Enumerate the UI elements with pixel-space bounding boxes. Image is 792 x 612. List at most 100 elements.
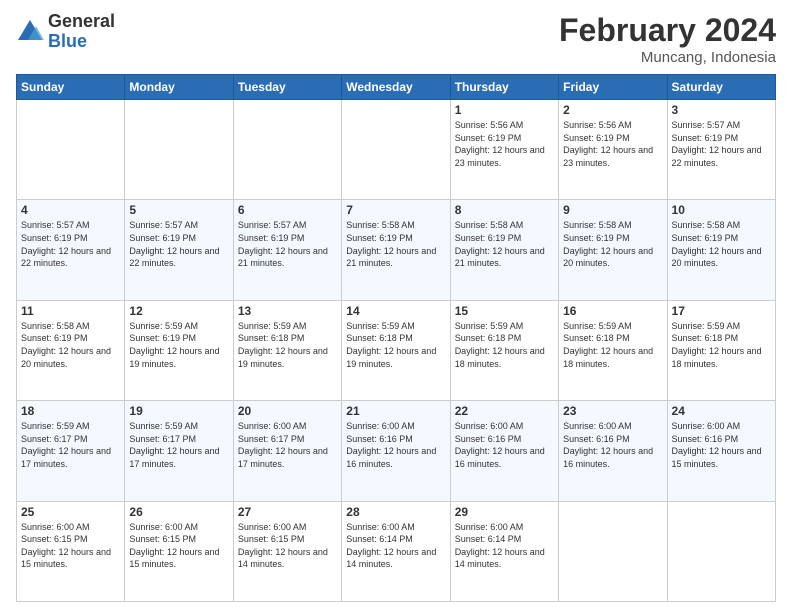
calendar-cell: 29 Sunrise: 6:00 AM Sunset: 6:14 PM Dayli… <box>450 501 558 601</box>
day-info: Sunrise: 5:59 AM Sunset: 6:18 PM Dayligh… <box>346 320 445 370</box>
day-info: Sunrise: 5:58 AM Sunset: 6:19 PM Dayligh… <box>672 219 771 269</box>
day-number: 22 <box>455 404 554 418</box>
day-number: 17 <box>672 304 771 318</box>
day-header-wednesday: Wednesday <box>342 75 450 100</box>
calendar-cell: 13Sunrise: 5:59 AM Sunset: 6:18 PM Dayli… <box>233 300 341 400</box>
calendar-cell: 4Sunrise: 5:57 AM Sunset: 6:19 PM Daylig… <box>17 200 125 300</box>
calendar-cell: 2 Sunrise: 5:56 AM Sunset: 6:19 PM Daylig… <box>559 100 667 200</box>
day-number: 11 <box>21 304 120 318</box>
day-info: Sunrise: 5:56 AM Sunset: 6:19 PM Dayligh… <box>455 119 554 169</box>
calendar-cell: 8 Sunrise: 5:58 AM Sunset: 6:19 PM Daylig… <box>450 200 558 300</box>
page: General Blue February 2024 Muncang, Indo… <box>0 0 792 612</box>
day-info: Sunrise: 5:57 AM Sunset: 6:19 PM Dayligh… <box>21 219 120 269</box>
calendar-cell: 23Sunrise: 6:00 AM Sunset: 6:16 PM Dayli… <box>559 401 667 501</box>
calendar-cell: 3Sunrise: 5:57 AM Sunset: 6:19 PM Daylig… <box>667 100 775 200</box>
day-info: Sunrise: 5:58 AM Sunset: 6:19 PM Dayligh… <box>346 219 445 269</box>
calendar-cell: 19Sunrise: 5:59 AM Sunset: 6:17 PM Dayli… <box>125 401 233 501</box>
day-info: Sunrise: 6:00 AM Sunset: 6:15 PM Dayligh… <box>21 521 120 571</box>
day-number: 28 <box>346 505 445 519</box>
day-info: Sunrise: 5:59 AM Sunset: 6:17 PM Dayligh… <box>21 420 120 470</box>
calendar-table: SundayMondayTuesdayWednesdayThursdayFrid… <box>16 74 776 602</box>
calendar-cell: 25 Sunrise: 6:00 AM Sunset: 6:15 PM Dayli… <box>17 501 125 601</box>
calendar-cell: 15 Sunrise: 5:59 AM Sunset: 6:18 PM Dayli… <box>450 300 558 400</box>
title-block: February 2024 Muncang, Indonesia <box>559 12 776 66</box>
day-number: 2 <box>563 103 662 117</box>
calendar-cell: 6 Sunrise: 5:57 AM Sunset: 6:19 PM Daylig… <box>233 200 341 300</box>
calendar-cell: 28 Sunrise: 6:00 AM Sunset: 6:14 PM Dayli… <box>342 501 450 601</box>
day-info: Sunrise: 6:00 AM Sunset: 6:15 PM Dayligh… <box>238 521 337 571</box>
calendar-cell <box>559 501 667 601</box>
calendar-header-row: SundayMondayTuesdayWednesdayThursdayFrid… <box>17 75 776 100</box>
day-info: Sunrise: 5:58 AM Sunset: 6:19 PM Dayligh… <box>455 219 554 269</box>
day-number: 14 <box>346 304 445 318</box>
day-info: Sunrise: 5:58 AM Sunset: 6:19 PM Dayligh… <box>563 219 662 269</box>
day-number: 15 <box>455 304 554 318</box>
day-number: 24 <box>672 404 771 418</box>
day-number: 26 <box>129 505 228 519</box>
day-info: Sunrise: 6:00 AM Sunset: 6:16 PM Dayligh… <box>672 420 771 470</box>
calendar-cell: 5 Sunrise: 5:57 AM Sunset: 6:19 PM Daylig… <box>125 200 233 300</box>
calendar-cell: 18 Sunrise: 5:59 AM Sunset: 6:17 PM Dayli… <box>17 401 125 501</box>
day-info: Sunrise: 5:58 AM Sunset: 6:19 PM Dayligh… <box>21 320 120 370</box>
calendar-cell: 9Sunrise: 5:58 AM Sunset: 6:19 PM Daylig… <box>559 200 667 300</box>
calendar-cell <box>342 100 450 200</box>
day-header-tuesday: Tuesday <box>233 75 341 100</box>
day-info: Sunrise: 5:59 AM Sunset: 6:17 PM Dayligh… <box>129 420 228 470</box>
day-info: Sunrise: 6:00 AM Sunset: 6:15 PM Dayligh… <box>129 521 228 571</box>
calendar-cell: 27Sunrise: 6:00 AM Sunset: 6:15 PM Dayli… <box>233 501 341 601</box>
calendar-cell: 1 Sunrise: 5:56 AM Sunset: 6:19 PM Daylig… <box>450 100 558 200</box>
day-info: Sunrise: 6:00 AM Sunset: 6:17 PM Dayligh… <box>238 420 337 470</box>
day-number: 29 <box>455 505 554 519</box>
day-info: Sunrise: 5:57 AM Sunset: 6:19 PM Dayligh… <box>129 219 228 269</box>
day-number: 16 <box>563 304 662 318</box>
logo-text: General Blue <box>48 12 115 52</box>
header: General Blue February 2024 Muncang, Indo… <box>16 12 776 66</box>
day-info: Sunrise: 6:00 AM Sunset: 6:16 PM Dayligh… <box>346 420 445 470</box>
day-number: 5 <box>129 203 228 217</box>
calendar-cell <box>667 501 775 601</box>
day-number: 7 <box>346 203 445 217</box>
calendar-cell: 24 Sunrise: 6:00 AM Sunset: 6:16 PM Dayli… <box>667 401 775 501</box>
day-number: 21 <box>346 404 445 418</box>
day-number: 25 <box>21 505 120 519</box>
day-info: Sunrise: 5:59 AM Sunset: 6:19 PM Dayligh… <box>129 320 228 370</box>
calendar-cell: 10Sunrise: 5:58 AM Sunset: 6:19 PM Dayli… <box>667 200 775 300</box>
calendar-cell: 16 Sunrise: 5:59 AM Sunset: 6:18 PM Dayli… <box>559 300 667 400</box>
calendar-week-row: 18 Sunrise: 5:59 AM Sunset: 6:17 PM Dayli… <box>17 401 776 501</box>
calendar-week-row: 25 Sunrise: 6:00 AM Sunset: 6:15 PM Dayli… <box>17 501 776 601</box>
day-number: 18 <box>21 404 120 418</box>
calendar-cell: 7 Sunrise: 5:58 AM Sunset: 6:19 PM Daylig… <box>342 200 450 300</box>
day-info: Sunrise: 5:57 AM Sunset: 6:19 PM Dayligh… <box>238 219 337 269</box>
calendar-cell: 17 Sunrise: 5:59 AM Sunset: 6:18 PM Dayli… <box>667 300 775 400</box>
month-title: February 2024 <box>559 12 776 49</box>
day-info: Sunrise: 5:59 AM Sunset: 6:18 PM Dayligh… <box>672 320 771 370</box>
day-number: 6 <box>238 203 337 217</box>
day-info: Sunrise: 6:00 AM Sunset: 6:14 PM Dayligh… <box>346 521 445 571</box>
logo: General Blue <box>16 12 115 52</box>
day-number: 1 <box>455 103 554 117</box>
calendar-cell: 12 Sunrise: 5:59 AM Sunset: 6:19 PM Dayli… <box>125 300 233 400</box>
calendar-cell <box>233 100 341 200</box>
day-info: Sunrise: 6:00 AM Sunset: 6:14 PM Dayligh… <box>455 521 554 571</box>
day-number: 12 <box>129 304 228 318</box>
calendar-cell: 14 Sunrise: 5:59 AM Sunset: 6:18 PM Dayli… <box>342 300 450 400</box>
day-number: 8 <box>455 203 554 217</box>
calendar-week-row: 11 Sunrise: 5:58 AM Sunset: 6:19 PM Dayli… <box>17 300 776 400</box>
day-number: 23 <box>563 404 662 418</box>
logo-blue-text: Blue <box>48 32 115 52</box>
day-number: 3 <box>672 103 771 117</box>
day-header-friday: Friday <box>559 75 667 100</box>
calendar-cell: 26 Sunrise: 6:00 AM Sunset: 6:15 PM Dayli… <box>125 501 233 601</box>
day-info: Sunrise: 6:00 AM Sunset: 6:16 PM Dayligh… <box>455 420 554 470</box>
calendar-cell: 11 Sunrise: 5:58 AM Sunset: 6:19 PM Dayli… <box>17 300 125 400</box>
day-header-saturday: Saturday <box>667 75 775 100</box>
calendar-cell: 22 Sunrise: 6:00 AM Sunset: 6:16 PM Dayli… <box>450 401 558 501</box>
logo-general-text: General <box>48 12 115 32</box>
day-info: Sunrise: 5:56 AM Sunset: 6:19 PM Dayligh… <box>563 119 662 169</box>
day-info: Sunrise: 5:59 AM Sunset: 6:18 PM Dayligh… <box>455 320 554 370</box>
calendar-cell <box>125 100 233 200</box>
day-number: 20 <box>238 404 337 418</box>
day-info: Sunrise: 5:59 AM Sunset: 6:18 PM Dayligh… <box>563 320 662 370</box>
day-header-monday: Monday <box>125 75 233 100</box>
calendar-cell: 20 Sunrise: 6:00 AM Sunset: 6:17 PM Dayli… <box>233 401 341 501</box>
